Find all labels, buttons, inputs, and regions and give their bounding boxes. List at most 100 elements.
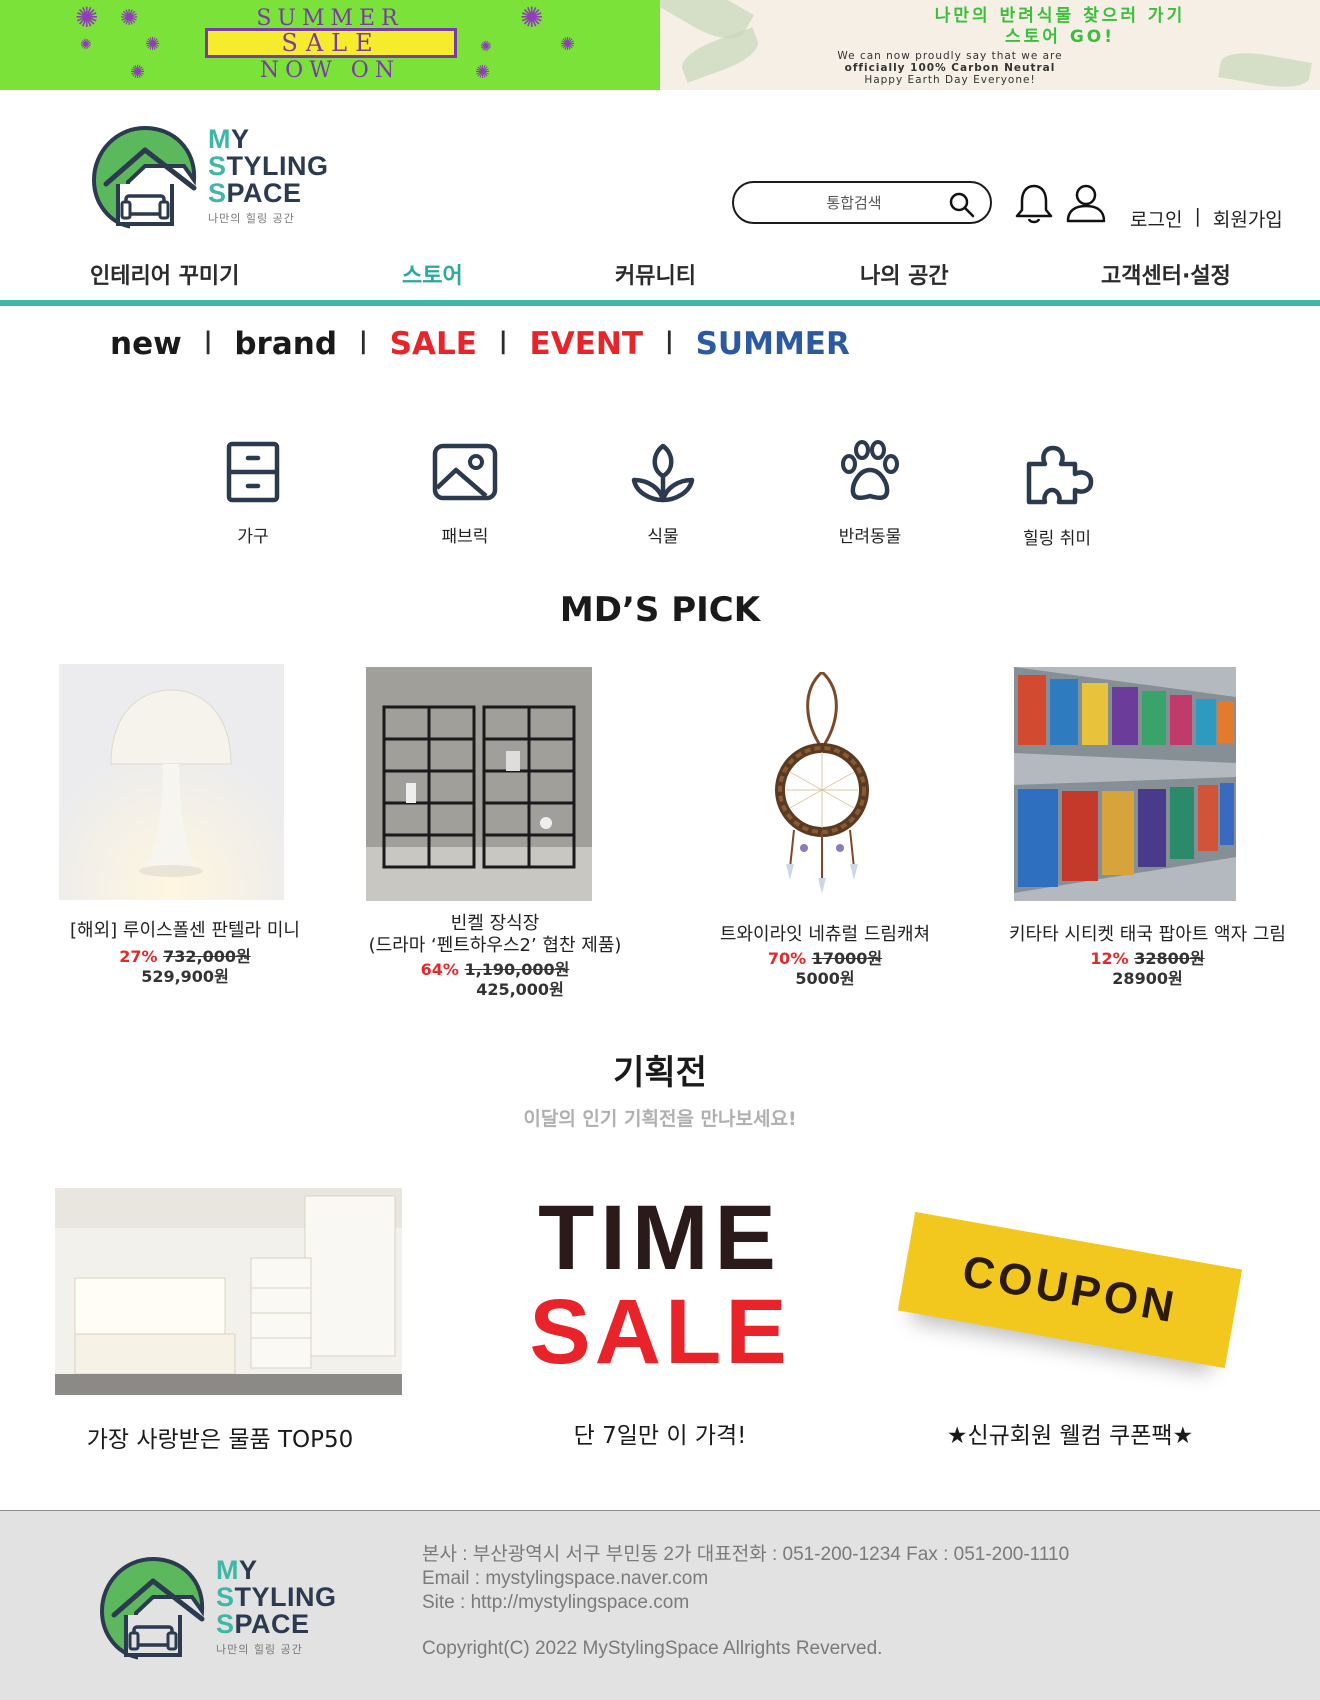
product-sale-price: 5000원 [795,969,855,988]
product-image-shelf[interactable] [366,667,592,901]
top-banners: ✺ ✺ ✺ ✺ ✺ ✺ ✺ ✺ ✺ SUMMER SALE NOW ON 나만의… [0,0,1320,90]
pet-plant-banner[interactable]: 나만의 반려식물 찾으러 가기 스토어 GO! We can now proud… [660,0,1320,90]
product-card[interactable]: [해외] 루이스폴센 판텔라 미니 27% 732,000원 529,900원 [40,664,330,1004]
product-price-row: 12% 32800원 [975,949,1320,969]
category-label: 패브릭 [441,527,489,547]
flower-icon: ✺ [475,62,491,83]
logo-line3-rest: PACE [226,178,302,208]
logo-letter-s: S [216,1582,235,1612]
subnav-brand[interactable]: brand [234,326,337,362]
pet-banner-text-line2: officially 100% Carbon Neutral [844,62,1056,74]
promo-card-top50[interactable]: 가장 사랑받은 물품 TOP50 [40,1188,402,1458]
category-plant[interactable]: 식물 [593,440,733,547]
promo-label[interactable]: 가장 사랑받은 물품 TOP50 [40,1420,400,1454]
leaf-decoration [1218,47,1312,90]
promo-label[interactable]: 단 7일만 이 가격! [480,1416,840,1450]
subnav-separator: l [664,326,674,362]
flower-icon: ✺ [560,34,576,55]
product-original-price: 732,000원 [163,947,251,966]
logo-letter-s: S [208,151,227,181]
logo-letter-s2: S [208,178,227,208]
logo-letter-s2: S [216,1609,235,1639]
product-original-price: 32800원 [1134,949,1205,968]
product-card[interactable]: 키타타 시티켓 태국 팝아트 액자 그림 12% 32800원 28900원 [975,664,1320,1004]
category-fabric[interactable]: 패브릭 [395,440,535,547]
category-pets[interactable]: 반려동물 [800,440,940,547]
site-logo[interactable]: MY STYLING SPACE 나만의 힐링 공간 [88,122,329,230]
login-link[interactable]: 로그인 [1130,205,1182,232]
product-image-lamp[interactable] [59,664,284,900]
time-sale-line2: SALE [529,1281,791,1383]
subnav-separator: l [498,326,508,362]
logo-line3-rest: PACE [234,1609,310,1639]
product-price-row: 27% 732,000원 [40,947,330,967]
promotions-subtitle: 이달의 인기 기획전을 만나보세요! [523,1108,797,1130]
product-price-row: 70% 17000원 [670,949,980,969]
popart-illustration [1014,667,1236,901]
subnav-sale[interactable]: SALE [390,326,477,362]
product-name[interactable]: [해외] 루이스폴센 판텔라 미니 [40,920,330,942]
signup-link[interactable]: 회원가입 [1213,205,1283,232]
pet-banner-title: 나만의 반려식물 찾으러 가기 스토어 GO! [810,6,1310,48]
search-icon[interactable] [948,191,976,219]
flower-icon: ✺ [80,37,92,53]
promo-label[interactable]: ★신규회원 웰컴 쿠폰팩★ [880,1416,1260,1450]
pet-banner-title-line2: 스토어 GO! [1005,27,1115,47]
auth-divider: | [1194,205,1201,227]
nav-item-interior[interactable]: 인테리어 꾸미기 [90,258,239,290]
logo-line2-rest: TYLING [234,1582,337,1612]
logo-text: MY STYLING SPACE 나만의 힐링 공간 [208,126,329,226]
category-label: 식물 [647,527,679,547]
banner-summer-line3: NOW ON [259,58,401,83]
subnav-event[interactable]: EVENT [530,326,643,362]
search-input[interactable] [754,193,954,212]
footer-copyright: Copyright(C) 2022 MyStylingSpace Allrigh… [422,1638,883,1659]
subnav-summer[interactable]: SUMMER [696,326,850,362]
time-sale-image[interactable]: TIME SALE [480,1188,840,1388]
footer-logo[interactable]: MY STYLING SPACE 나만의 힐링 공간 [96,1553,337,1661]
user-icon[interactable] [1064,181,1108,225]
footer-site[interactable]: Site : http://mystylingspace.com [422,1591,1069,1615]
logo-letter-m: M [216,1555,239,1585]
subnav-new[interactable]: new [110,326,182,362]
product-name[interactable]: 빈켈 장식장 (드라마 ‘펜트하우스2’ 협찬 제품) [345,913,645,957]
bell-icon[interactable] [1012,181,1056,225]
flower-icon: ✺ [130,62,146,83]
logo-letter-m: M [208,124,231,154]
category-label: 힐링 취미 [1023,529,1091,549]
coupon-image[interactable]: COUPON [897,1211,1243,1369]
footer-email[interactable]: Email : mystylingspace.naver.com [422,1567,1069,1591]
bedroom-furniture-image[interactable] [55,1188,402,1395]
product-discount: 64% [420,960,459,979]
search-bar[interactable] [732,181,992,224]
product-name-line1: 빈켈 장식장 [450,913,540,934]
product-name[interactable]: 트와이라잇 네츄럴 드림캐쳐 [670,924,980,946]
product-card[interactable]: 트와이라잇 네츄럴 드림캐쳐 70% 17000원 5000원 [670,664,980,1004]
product-card[interactable]: 빈켈 장식장 (드라마 ‘펜트하우스2’ 협찬 제품) 64% 1,190,00… [345,664,645,1004]
product-image-popart[interactable] [1014,667,1236,901]
promo-card-coupon[interactable]: COUPON ★신규회원 웰컴 쿠폰팩★ [880,1188,1260,1458]
product-sale-price-row: 529,900원 [40,967,330,987]
nav-item-store[interactable]: 스토어 [402,258,463,290]
product-discount: 27% [119,947,158,966]
product-sale-price: 425,000원 [476,980,564,999]
category-furniture[interactable]: 가구 [183,440,323,547]
product-image-dreamcatcher[interactable] [730,672,920,900]
product-original-price: 1,190,000원 [464,960,570,979]
puzzle-icon [1026,445,1094,505]
product-sale-price-row: 28900원 [975,969,1320,989]
footer-address: 본사 : 부산광역시 서구 부민동 2가 대표전화 : 051-200-1234… [422,1544,1070,1565]
auth-links: 로그인 | 회원가입 [1130,205,1283,232]
nav-item-my-space[interactable]: 나의 공간 [860,258,949,290]
summer-sale-banner[interactable]: ✺ ✺ ✺ ✺ ✺ ✺ ✺ ✺ ✺ SUMMER SALE NOW ON [0,0,660,90]
nav-item-community[interactable]: 커뮤니티 [615,258,696,290]
subnav-separator: l [359,326,368,362]
category-healing-hobby[interactable]: 힐링 취미 [987,440,1127,549]
product-name[interactable]: 키타타 시티켓 태국 팝아트 액자 그림 [975,924,1320,946]
nav-item-support-settings[interactable]: 고객센터·설정 [1101,258,1231,290]
banner-summer-line2: SALE [205,28,457,58]
flower-icon: ✺ [480,39,492,55]
promo-card-time-sale[interactable]: TIME SALE 단 7일만 이 가격! [480,1188,840,1458]
house-logo-icon [99,1556,205,1660]
drawer-icon [226,441,280,503]
